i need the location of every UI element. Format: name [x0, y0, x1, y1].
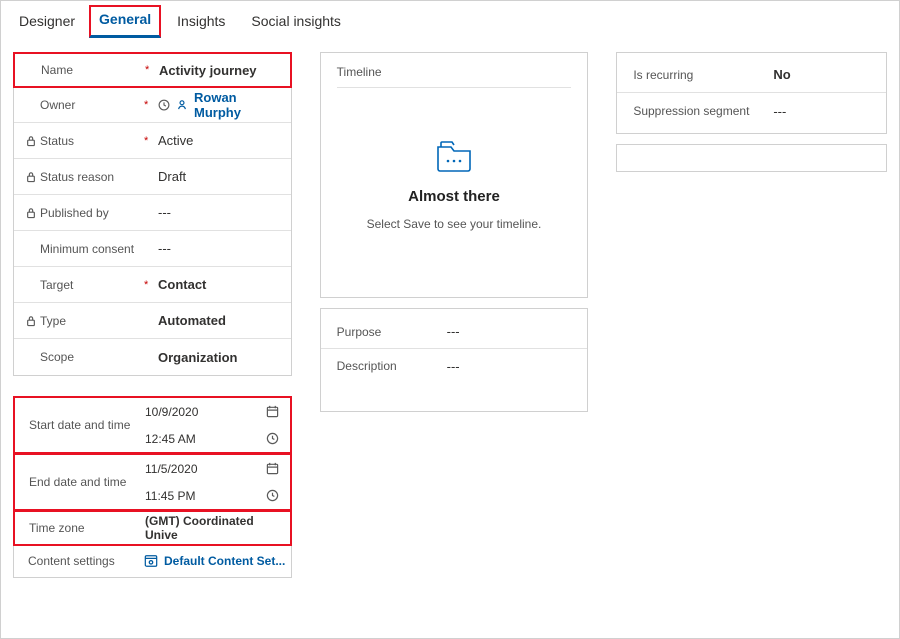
start-time-value: 12:45 AM [145, 432, 196, 446]
timeline-heading: Almost there [408, 188, 500, 205]
field-name[interactable]: Name * Activity journey [13, 52, 292, 88]
field-type[interactable]: Type Automated [14, 303, 291, 339]
required-marker: * [144, 99, 158, 111]
dates-panel: Start date and time 10/9/2020 12:45 AM [13, 396, 292, 578]
tab-designer[interactable]: Designer [9, 7, 85, 38]
suppression-value: --- [773, 104, 870, 119]
field-published-by[interactable]: Published by --- [14, 195, 291, 231]
field-start-datetime[interactable]: Start date and time 10/9/2020 12:45 AM [13, 396, 292, 454]
description-value: --- [447, 359, 572, 374]
content-settings-icon [144, 554, 158, 568]
required-marker: * [144, 279, 158, 291]
tab-bar: Designer General Insights Social insight… [1, 1, 899, 38]
field-minimum-consent[interactable]: Minimum consent --- [14, 231, 291, 267]
field-target-value: Contact [158, 277, 283, 292]
field-status-reason-label: Status reason [40, 170, 144, 184]
content-settings-label: Content settings [14, 545, 144, 577]
field-suppression-segment[interactable]: Suppression segment --- [617, 93, 886, 129]
folder-icon [432, 136, 476, 176]
field-status-value: Active [158, 133, 283, 148]
end-time-value: 11:45 PM [145, 489, 195, 503]
field-name-label: Name [41, 63, 145, 77]
field-description[interactable]: Description --- [321, 349, 588, 383]
field-status-reason[interactable]: Status reason Draft [14, 159, 291, 195]
field-time-zone[interactable]: Time zone (GMT) Coordinated Unive [13, 510, 292, 546]
field-published-by-label: Published by [40, 206, 144, 220]
field-owner[interactable]: Owner * Rowan Murphy [14, 87, 291, 123]
history-icon [158, 99, 170, 111]
required-marker: * [145, 64, 159, 76]
purpose-label: Purpose [337, 325, 447, 339]
calendar-icon[interactable] [266, 462, 280, 476]
field-scope-label: Scope [40, 350, 144, 364]
tab-general[interactable]: General [89, 5, 161, 38]
clock-icon[interactable] [266, 489, 280, 503]
field-name-value: Activity journey [159, 63, 282, 78]
meta-panel: Purpose --- Description --- [320, 308, 589, 412]
timeline-panel: Timeline Almost there Select Save to see… [320, 52, 589, 298]
tab-insights[interactable]: Insights [167, 7, 235, 38]
general-fields-panel: Name * Activity journey Owner * [13, 52, 292, 376]
field-published-by-value: --- [158, 205, 283, 220]
field-min-consent-label: Minimum consent [40, 242, 144, 256]
field-type-value: Automated [158, 313, 283, 328]
field-status-reason-value: Draft [158, 169, 283, 184]
field-owner-label: Owner [40, 98, 144, 112]
field-type-label: Type [40, 314, 144, 328]
content-settings-value: Default Content Set... [164, 554, 285, 568]
field-min-consent-value: --- [158, 241, 283, 256]
suppression-label: Suppression segment [633, 104, 773, 118]
start-label: Start date and time [15, 398, 145, 452]
calendar-icon[interactable] [266, 405, 280, 419]
field-end-datetime[interactable]: End date and time 11/5/2020 11:45 PM [13, 453, 292, 511]
lock-icon [26, 135, 36, 147]
empty-panel [616, 144, 887, 172]
field-target[interactable]: Target * Contact [14, 267, 291, 303]
field-scope[interactable]: Scope Organization [14, 339, 291, 375]
field-owner-value: Rowan Murphy [194, 90, 283, 120]
lock-icon [26, 171, 36, 183]
clock-icon[interactable] [266, 432, 280, 446]
timeline-title: Timeline [337, 65, 572, 88]
field-purpose[interactable]: Purpose --- [321, 315, 588, 349]
field-status[interactable]: Status * Active [14, 123, 291, 159]
field-is-recurring[interactable]: Is recurring No [617, 57, 886, 93]
tab-social-insights[interactable]: Social insights [241, 7, 351, 38]
lock-icon [26, 315, 36, 327]
required-marker: * [144, 135, 158, 147]
end-label: End date and time [15, 455, 145, 509]
end-date-value: 11/5/2020 [145, 462, 198, 476]
field-scope-value: Organization [158, 350, 283, 365]
purpose-value: --- [447, 324, 572, 339]
recurring-value: No [773, 67, 870, 82]
tz-value: (GMT) Coordinated Unive [145, 512, 290, 544]
description-label: Description [337, 359, 447, 373]
field-target-label: Target [40, 278, 144, 292]
timeline-subtext: Select Save to see your timeline. [367, 217, 542, 231]
person-icon [176, 99, 188, 111]
recurring-label: Is recurring [633, 68, 773, 82]
lock-icon [26, 207, 36, 219]
field-content-settings[interactable]: Content settings Default Content Set... [14, 545, 291, 577]
start-date-value: 10/9/2020 [145, 405, 198, 419]
tz-label: Time zone [15, 512, 145, 544]
recurring-panel: Is recurring No Suppression segment --- [616, 52, 887, 134]
field-status-label: Status [40, 134, 144, 148]
